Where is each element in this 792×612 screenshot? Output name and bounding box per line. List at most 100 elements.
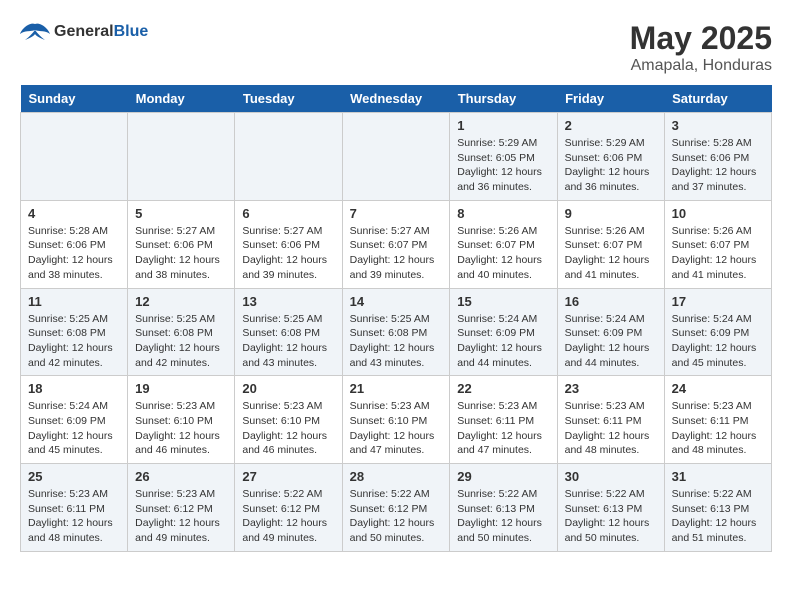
location: Amapala, Honduras bbox=[630, 57, 772, 75]
calendar-cell: 22 Sunrise: 5:23 AM Sunset: 6:11 PM Dayli… bbox=[450, 376, 557, 464]
calendar-cell: 30Sunrise: 5:22 AM Sunset: 6:13 PM Dayli… bbox=[557, 464, 664, 552]
day-number: 7 bbox=[350, 206, 443, 221]
calendar-cell bbox=[235, 113, 342, 201]
day-number: 17 bbox=[672, 294, 764, 309]
day-info: Sunrise: 5:25 AM Sunset: 6:08 PM Dayligh… bbox=[135, 312, 227, 371]
day-info: Sunrise: 5:27 AM Sunset: 6:06 PM Dayligh… bbox=[135, 224, 227, 283]
day-number: 2 bbox=[565, 118, 657, 133]
day-info: Sunrise: 5:29 AM Sunset: 6:05 PM Dayligh… bbox=[457, 136, 549, 195]
day-number: 23 bbox=[565, 381, 657, 396]
day-number: 30 bbox=[565, 469, 657, 484]
title-block: May 2025 Amapala, Honduras bbox=[630, 20, 772, 75]
day-info: Sunrise: 5:22 AM Sunset: 6:12 PM Dayligh… bbox=[350, 487, 443, 546]
calendar-cell: 3 Sunrise: 5:28 AM Sunset: 6:06 PM Daylig… bbox=[664, 113, 771, 201]
calendar-cell: 8Sunrise: 5:26 AM Sunset: 6:07 PM Daylig… bbox=[450, 200, 557, 288]
calendar-cell: 29 Sunrise: 5:22 AM Sunset: 6:13 PM Dayli… bbox=[450, 464, 557, 552]
calendar-cell: 21Sunrise: 5:23 AM Sunset: 6:10 PM Dayli… bbox=[342, 376, 450, 464]
day-number: 6 bbox=[242, 206, 334, 221]
day-info: Sunrise: 5:28 AM Sunset: 6:06 PM Dayligh… bbox=[672, 136, 764, 195]
calendar-cell bbox=[342, 113, 450, 201]
day-number: 3 bbox=[672, 118, 764, 133]
day-info: Sunrise: 5:22 AM Sunset: 6:13 PM Dayligh… bbox=[457, 487, 549, 546]
day-number: 13 bbox=[242, 294, 334, 309]
day-info: Sunrise: 5:27 AM Sunset: 6:06 PM Dayligh… bbox=[242, 224, 334, 283]
calendar-cell: 25Sunrise: 5:23 AM Sunset: 6:11 PM Dayli… bbox=[21, 464, 128, 552]
day-info: Sunrise: 5:22 AM Sunset: 6:13 PM Dayligh… bbox=[672, 487, 764, 546]
calendar-cell: 2 Sunrise: 5:29 AM Sunset: 6:06 PM Daylig… bbox=[557, 113, 664, 201]
calendar-cell: 27Sunrise: 5:22 AM Sunset: 6:12 PM Dayli… bbox=[235, 464, 342, 552]
calendar-cell: 14 Sunrise: 5:25 AM Sunset: 6:08 PM Dayli… bbox=[342, 288, 450, 376]
day-number: 29 bbox=[457, 469, 549, 484]
col-header-monday: Monday bbox=[128, 85, 235, 113]
day-number: 21 bbox=[350, 381, 443, 396]
day-info: Sunrise: 5:25 AM Sunset: 6:08 PM Dayligh… bbox=[242, 312, 334, 371]
day-info: Sunrise: 5:23 AM Sunset: 6:11 PM Dayligh… bbox=[672, 399, 764, 458]
col-header-saturday: Saturday bbox=[664, 85, 771, 113]
day-info: Sunrise: 5:29 AM Sunset: 6:06 PM Dayligh… bbox=[565, 136, 657, 195]
day-number: 15 bbox=[457, 294, 549, 309]
calendar-cell: 7 Sunrise: 5:27 AM Sunset: 6:07 PM Daylig… bbox=[342, 200, 450, 288]
calendar-cell: 15 Sunrise: 5:24 AM Sunset: 6:09 PM Dayli… bbox=[450, 288, 557, 376]
calendar-cell: 28Sunrise: 5:22 AM Sunset: 6:12 PM Dayli… bbox=[342, 464, 450, 552]
calendar-cell: 4Sunrise: 5:28 AM Sunset: 6:06 PM Daylig… bbox=[21, 200, 128, 288]
calendar-cell: 23Sunrise: 5:23 AM Sunset: 6:11 PM Dayli… bbox=[557, 376, 664, 464]
col-header-friday: Friday bbox=[557, 85, 664, 113]
day-number: 10 bbox=[672, 206, 764, 221]
calendar-cell: 24 Sunrise: 5:23 AM Sunset: 6:11 PM Dayli… bbox=[664, 376, 771, 464]
calendar-cell: 12 Sunrise: 5:25 AM Sunset: 6:08 PM Dayli… bbox=[128, 288, 235, 376]
page-header: GeneralBlue May 2025 Amapala, Honduras bbox=[20, 20, 772, 75]
day-info: Sunrise: 5:26 AM Sunset: 6:07 PM Dayligh… bbox=[672, 224, 764, 283]
day-number: 26 bbox=[135, 469, 227, 484]
calendar-cell: 17Sunrise: 5:24 AM Sunset: 6:09 PM Dayli… bbox=[664, 288, 771, 376]
day-info: Sunrise: 5:27 AM Sunset: 6:07 PM Dayligh… bbox=[350, 224, 443, 283]
day-info: Sunrise: 5:24 AM Sunset: 6:09 PM Dayligh… bbox=[565, 312, 657, 371]
calendar-cell bbox=[21, 113, 128, 201]
day-number: 14 bbox=[350, 294, 443, 309]
calendar-cell: 31 Sunrise: 5:22 AM Sunset: 6:13 PM Dayli… bbox=[664, 464, 771, 552]
calendar-cell: 1 Sunrise: 5:29 AM Sunset: 6:05 PM Daylig… bbox=[450, 113, 557, 201]
day-number: 12 bbox=[135, 294, 227, 309]
day-number: 19 bbox=[135, 381, 227, 396]
day-info: Sunrise: 5:24 AM Sunset: 6:09 PM Dayligh… bbox=[457, 312, 549, 371]
day-info: Sunrise: 5:23 AM Sunset: 6:11 PM Dayligh… bbox=[457, 399, 549, 458]
day-info: Sunrise: 5:24 AM Sunset: 6:09 PM Dayligh… bbox=[28, 399, 120, 458]
day-number: 31 bbox=[672, 469, 764, 484]
calendar-cell: 26 Sunrise: 5:23 AM Sunset: 6:12 PM Dayli… bbox=[128, 464, 235, 552]
logo-bird-icon bbox=[20, 20, 50, 44]
day-number: 5 bbox=[135, 206, 227, 221]
calendar-header: SundayMondayTuesdayWednesdayThursdayFrid… bbox=[21, 85, 772, 113]
logo-text-blue: Blue bbox=[114, 23, 149, 40]
calendar-cell: 9Sunrise: 5:26 AM Sunset: 6:07 PM Daylig… bbox=[557, 200, 664, 288]
day-number: 18 bbox=[28, 381, 120, 396]
col-header-sunday: Sunday bbox=[21, 85, 128, 113]
calendar-cell: 13 Sunrise: 5:25 AM Sunset: 6:08 PM Dayli… bbox=[235, 288, 342, 376]
day-number: 11 bbox=[28, 294, 120, 309]
day-info: Sunrise: 5:25 AM Sunset: 6:08 PM Dayligh… bbox=[350, 312, 443, 371]
day-info: Sunrise: 5:23 AM Sunset: 6:12 PM Dayligh… bbox=[135, 487, 227, 546]
logo-text-general: General bbox=[54, 23, 114, 40]
day-number: 1 bbox=[457, 118, 549, 133]
calendar-table: SundayMondayTuesdayWednesdayThursdayFrid… bbox=[20, 85, 772, 552]
day-number: 27 bbox=[242, 469, 334, 484]
calendar-cell: 11Sunrise: 5:25 AM Sunset: 6:08 PM Dayli… bbox=[21, 288, 128, 376]
col-header-wednesday: Wednesday bbox=[342, 85, 450, 113]
col-header-thursday: Thursday bbox=[450, 85, 557, 113]
day-number: 25 bbox=[28, 469, 120, 484]
day-number: 22 bbox=[457, 381, 549, 396]
month-year: May 2025 bbox=[630, 20, 772, 57]
calendar-cell bbox=[128, 113, 235, 201]
calendar-cell: 18 Sunrise: 5:24 AM Sunset: 6:09 PM Dayli… bbox=[21, 376, 128, 464]
day-info: Sunrise: 5:23 AM Sunset: 6:10 PM Dayligh… bbox=[242, 399, 334, 458]
day-number: 9 bbox=[565, 206, 657, 221]
day-number: 24 bbox=[672, 381, 764, 396]
calendar-cell: 6 Sunrise: 5:27 AM Sunset: 6:06 PM Daylig… bbox=[235, 200, 342, 288]
calendar-cell: 20 Sunrise: 5:23 AM Sunset: 6:10 PM Dayli… bbox=[235, 376, 342, 464]
day-number: 4 bbox=[28, 206, 120, 221]
logo: GeneralBlue bbox=[20, 20, 148, 44]
day-info: Sunrise: 5:26 AM Sunset: 6:07 PM Dayligh… bbox=[457, 224, 549, 283]
day-number: 20 bbox=[242, 381, 334, 396]
col-header-tuesday: Tuesday bbox=[235, 85, 342, 113]
calendar-cell: 16 Sunrise: 5:24 AM Sunset: 6:09 PM Dayli… bbox=[557, 288, 664, 376]
day-info: Sunrise: 5:23 AM Sunset: 6:10 PM Dayligh… bbox=[135, 399, 227, 458]
day-number: 16 bbox=[565, 294, 657, 309]
